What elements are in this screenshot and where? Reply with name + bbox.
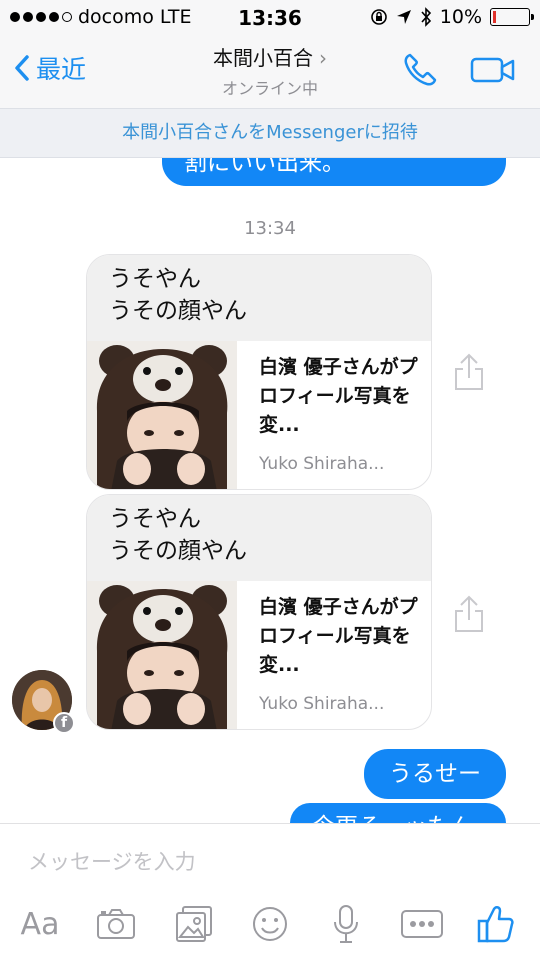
back-label: 最近 (36, 55, 87, 84)
photo-gallery-icon[interactable] (170, 900, 218, 948)
thumbs-up-icon[interactable] (472, 900, 520, 948)
message-text: うるせー (389, 761, 481, 787)
link-preview-body: 白濱 優子さんがプロフィール写真を変... Yuko Shiraha... (237, 341, 431, 489)
camera-icon[interactable] (92, 900, 140, 948)
message-timestamp: 13:34 (244, 218, 296, 239)
bluetooth-icon (421, 7, 431, 27)
outgoing-message-partial[interactable]: 今更そ・ッたん (290, 803, 506, 823)
video-camera-icon[interactable] (470, 50, 516, 90)
status-bar: docomo LTE 13:36 10% (0, 0, 540, 36)
message-line: うその顔やん (109, 298, 247, 324)
link-preview-title: 白濱 優子さんがプロフィール写真を変... (259, 596, 418, 676)
incoming-link-message[interactable]: うそやん うその顔やん 白濱 優子さんがプロフィール写真を変... Yuko S… (86, 254, 432, 490)
message-line: うそやん (109, 266, 201, 292)
phone-icon[interactable] (400, 50, 440, 90)
message-line: うそやん (109, 506, 201, 532)
message-input[interactable]: メッセージを入力 (28, 846, 196, 876)
link-preview-title: 白濱 優子さんがプロフィール写真を変... (259, 356, 418, 436)
emoji-icon[interactable] (246, 900, 294, 948)
profile-photo-image (87, 581, 237, 729)
rotation-lock-icon (370, 9, 387, 25)
link-preview-body: 白濱 優子さんがプロフィール写真を変... Yuko Shiraha... (237, 581, 431, 729)
microphone-icon[interactable] (322, 900, 370, 948)
message-composer: メッセージを入力 Aa (0, 823, 540, 960)
composer-toolbar: Aa (0, 900, 540, 948)
link-preview[interactable]: 白濱 優子さんがプロフィール写真を変... Yuko Shiraha... (87, 581, 431, 729)
link-preview-source: Yuko Shiraha... (259, 694, 385, 714)
conversation-header: 最近 本間小百合 › オンライン中 (0, 36, 540, 108)
chevron-right-icon: › (319, 46, 327, 70)
back-button[interactable]: 最近 (14, 50, 86, 86)
message-text: 今更そ・ッたん (312, 814, 473, 823)
outgoing-message[interactable]: うるせー (364, 749, 506, 799)
message-text: うそやん うその顔やん (87, 255, 431, 341)
message-line: うその顔やん (109, 538, 247, 564)
more-icon[interactable] (398, 900, 446, 948)
share-icon[interactable] (452, 594, 486, 634)
message-text: うそやん うその顔やん (87, 495, 431, 581)
share-icon[interactable] (452, 352, 486, 392)
link-preview[interactable]: 白濱 優子さんがプロフィール写真を変... Yuko Shiraha... (87, 341, 431, 489)
status-right: 10% (370, 6, 534, 28)
facebook-icon: f (53, 712, 75, 734)
battery-percent: 10% (439, 6, 482, 28)
battery-icon (490, 8, 534, 26)
link-preview-thumbnail (87, 581, 237, 729)
profile-photo-image (87, 341, 237, 489)
contact-name: 本間小百合 (213, 46, 313, 70)
incoming-link-message[interactable]: うそやん うその顔やん 白濱 優子さんがプロフィール写真を変... Yuko S… (86, 494, 432, 730)
online-status: オンライン中 (221, 79, 318, 98)
chevron-left-icon (15, 55, 29, 81)
text-format-icon[interactable]: Aa (16, 900, 64, 948)
link-preview-thumbnail (87, 341, 237, 489)
contact-title[interactable]: 本間小百合 › オンライン中 (140, 42, 400, 99)
invite-banner[interactable]: 本間小百合さんをMessengerに招待 (0, 108, 540, 158)
link-preview-source: Yuko Shiraha... (259, 454, 385, 474)
location-arrow-icon (396, 10, 411, 24)
